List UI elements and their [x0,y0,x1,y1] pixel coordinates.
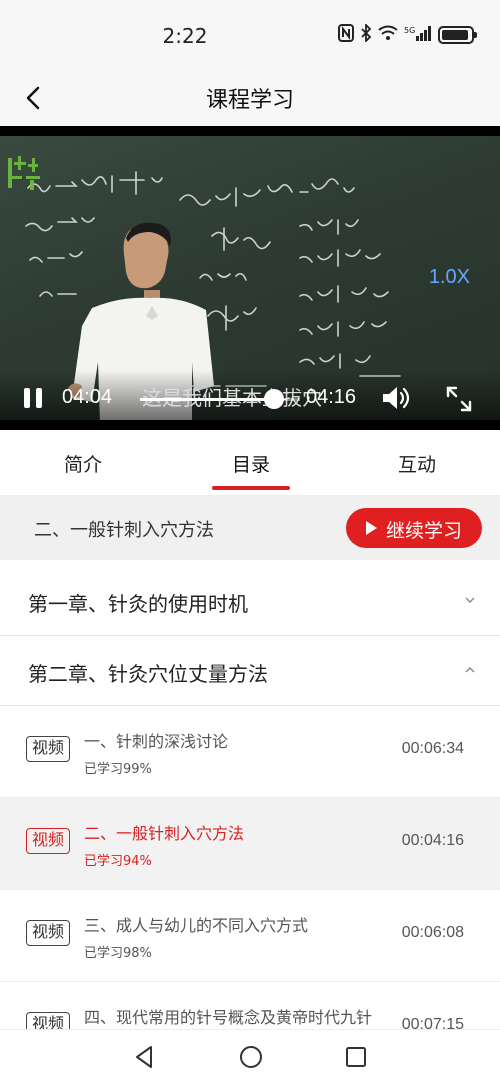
lesson-item[interactable]: 视频 三、成人与幼儿的不同入穴方式 已学习98% 00:06:08 [0,890,500,982]
tab-active-indicator [212,486,290,490]
lesson-duration: 00:04:16 [401,832,464,849]
pause-icon[interactable] [22,386,44,410]
lesson-title: 一、针刺的深浅讨论 [84,732,229,751]
lesson-progress: 已学习99% [84,762,152,777]
lesson-progress: 已学习98% [84,946,152,961]
chevron-down-icon [465,597,475,603]
home-circle-icon[interactable] [238,1044,264,1070]
chapter-title: 第一章、针灸的使用时机 [28,592,248,616]
lesson-item-current[interactable]: 视频 二、一般针刺入穴方法 已学习94% 00:04:16 [0,798,500,890]
bluetooth-icon [360,22,372,46]
continue-learning-bar: 二、一般针刺入穴方法 继续学习 [0,496,500,560]
play-icon [366,521,377,535]
lesson-duration: 00:07:15 [401,1016,464,1030]
fullscreen-icon[interactable] [444,384,474,414]
video-controls: 04:04 这是我们基本上拔穴 04:16 [0,370,500,420]
lesson-title: 四、现代常用的针号概念及黄帝时代九针 [84,1008,373,1027]
chevron-up-icon [465,667,475,673]
system-nav-bar [0,1030,500,1083]
tab-intro[interactable]: 简介 [0,430,166,496]
back-triangle-icon[interactable] [132,1044,156,1070]
nfc-icon [338,24,354,46]
video-tag: 视频 [26,920,70,946]
video-tag: 视频 [26,828,70,854]
video-tag: 视频 [26,736,70,762]
signal-icon: 5G [404,24,432,46]
playback-speed[interactable]: 1.0X [429,266,470,289]
status-icons: 5G [338,22,477,46]
lesson-item[interactable]: 视频 四、现代常用的针号概念及黄帝时代九针 00:07:15 [0,982,500,1030]
wifi-icon [378,25,398,45]
total-time: 04:16 [306,386,357,408]
lesson-duration: 00:06:34 [401,740,464,757]
status-time: 2:22 [162,24,208,48]
status-bar: 2:22 5G [0,0,500,70]
continue-learning-button[interactable]: 继续学习 [346,508,482,548]
recents-square-icon[interactable] [344,1044,368,1070]
video-tag: 视频 [26,1012,70,1029]
current-lesson-title: 二、一般针刺入穴方法 [34,520,214,541]
nav-bar: 课程学习 [0,70,500,126]
volume-icon[interactable] [380,384,414,412]
page-title: 课程学习 [205,88,294,113]
chapter-item[interactable]: 第一章、针灸的使用时机 [0,566,500,636]
lesson-title: 二、一般针刺入穴方法 [84,824,245,843]
tab-interaction[interactable]: 互动 [334,430,500,496]
current-time: 04:04 [62,386,113,408]
lesson-duration: 00:06:08 [401,924,464,941]
lesson-title: 三、成人与幼儿的不同入穴方式 [84,916,309,935]
battery-icon [438,26,477,44]
chapter-title: 第二章、针灸穴位丈量方法 [28,662,268,686]
network-label: 5G [404,26,415,35]
tab-bar: 简介 目录 互动 [0,430,500,496]
chapter-item[interactable]: 第二章、针灸穴位丈量方法 [0,636,500,706]
video-player[interactable]: 1.0X 04:04 这是我们基本上拔穴 04:16 [0,126,500,430]
subtitle-text: 这是我们基本上拔穴 [142,386,322,410]
continue-learning-label: 继续学习 [386,520,463,542]
progress-slider[interactable] [140,389,300,409]
lesson-progress: 已学习94% [84,854,152,869]
progress-fill [140,398,275,401]
lesson-item[interactable]: 视频 一、针刺的深浅讨论 已学习99% 00:06:34 [0,706,500,798]
